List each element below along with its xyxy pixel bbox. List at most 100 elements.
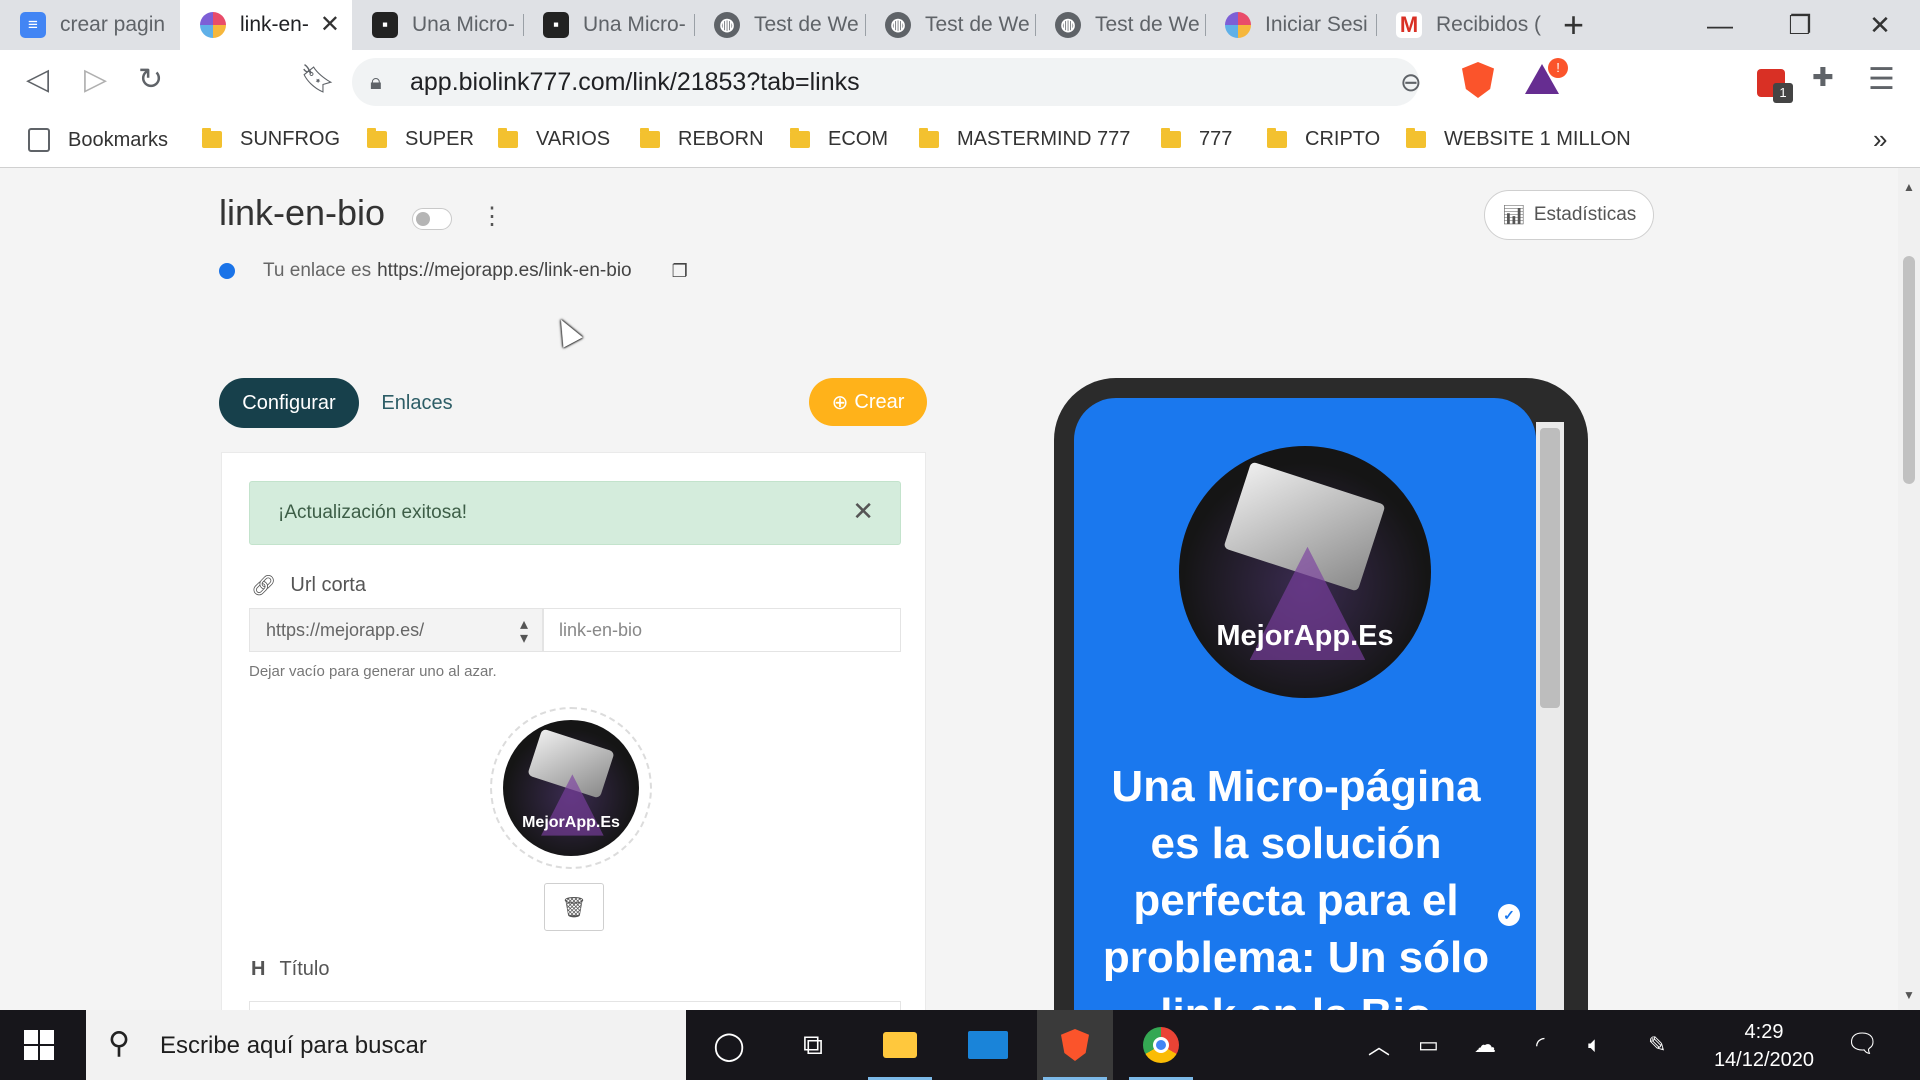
browser-tab-active[interactable]: link-en- ✕ [180,0,352,50]
browser-tab[interactable]: M Recibidos ( [1376,0,1547,50]
link-info: Tu enlace es https://mejorapp.es/link-en… [219,260,688,282]
minimize-icon[interactable]: — [1680,0,1760,50]
pen-icon[interactable]: ✎ [1648,1010,1666,1080]
public-link[interactable]: https://mejorapp.es/link-en-bio [377,260,632,282]
close-tab-icon[interactable]: ✕ [320,10,340,39]
task-view-icon[interactable]: ⧉ [775,1010,851,1080]
bookmark-icon[interactable]: 🔖︎ [300,62,336,95]
preview-headline: Una Micro-página es la solución perfecta… [1102,762,1490,1010]
browser-tab[interactable]: Iniciar Sesi [1205,0,1376,50]
notification-icon[interactable]: 🗨︎ [1846,1028,1879,1059]
bookmark-folder[interactable]: 777 [1161,128,1232,151]
page-scroll-thumb[interactable] [1903,256,1915,484]
success-alert: ¡Actualización exitosa! ✕ [249,481,901,545]
copy-icon[interactable]: ❐ [672,261,688,282]
preview-scroll-thumb[interactable] [1540,428,1560,708]
address-bar[interactable]: 🔒︎ app.biolink777.com/link/21853?tab=lin… [352,58,1422,106]
close-window-icon[interactable]: ✕ [1840,0,1920,50]
gmail-icon: M [1396,12,1422,38]
back-icon[interactable]: ◁ [26,62,49,97]
statistics-button[interactable]: 📊︎ Estadísticas [1484,190,1654,240]
folder-icon [1161,128,1181,148]
extensions-puzzle-icon[interactable]: ✚ [1812,62,1834,93]
file-explorer-taskbar[interactable] [862,1010,938,1080]
delete-avatar-button[interactable]: 🗑︎ [544,883,604,931]
volume-icon[interactable]: 🔈︎ [1588,1010,1601,1080]
bookmark-folder[interactable]: VARIOS [498,128,610,151]
brave-shields-icon[interactable] [1462,62,1494,98]
chrome-icon [1143,1027,1179,1063]
more-bookmarks-icon[interactable]: » [1873,124,1887,155]
link-enabled-toggle[interactable] [412,208,452,230]
battery-icon[interactable]: ▭ [1418,1010,1439,1080]
bookmark-folder[interactable]: REBORN [640,128,764,151]
restore-icon[interactable]: ❐ [1760,0,1840,50]
new-tab-icon[interactable]: + [1563,4,1584,46]
taskbar-search[interactable]: ⚲ Escribe aquí para buscar [86,1010,686,1080]
bookmark-folder[interactable]: SUPER [367,128,474,151]
mail-taskbar[interactable] [950,1010,1026,1080]
trash-icon: 🗑︎ [561,896,587,919]
alert-message: ¡Actualización exitosa! [278,502,468,523]
browser-tab[interactable]: ≡ crear pagin [0,0,180,50]
menu-icon[interactable]: ☰ [1868,62,1895,97]
browser-tab-strip: ≡ crear pagin link-en- ✕ ▪ Una Micro- ▪ … [0,0,1920,50]
scroll-down-icon[interactable]: ▼ [1903,988,1915,1002]
browser-tab[interactable]: ◍ Test de We [1035,0,1205,50]
more-options-icon[interactable]: ⋮ [480,202,504,231]
page-title: link-en-bio [219,192,386,233]
settings-card: ¡Actualización exitosa! ✕ 🔗︎ Url corta h… [221,452,926,1010]
address-url[interactable]: app.biolink777.com/link/21853?tab=links [410,68,860,97]
reload-icon[interactable]: ↻ [138,62,163,97]
chrome-taskbar[interactable] [1123,1010,1199,1080]
zoom-icon[interactable]: ⊖ [1400,67,1422,98]
plus-circle-icon: ⊕ [831,391,849,414]
folder-icon [498,128,518,148]
search-placeholder: Escribe aquí para buscar [160,1032,427,1059]
extension-badge: 1 [1773,83,1793,103]
help-text: Dejar vacío para generar uno al azar. [249,663,497,680]
clock-time: 4:29 [1744,1021,1784,1043]
folder-icon [1267,128,1287,148]
heading-icon: H [251,958,266,980]
brave-taskbar[interactable] [1037,1010,1113,1080]
cortana-icon[interactable]: ◯ [691,1010,767,1080]
avatar-upload[interactable]: MejorApp.Es [490,707,652,869]
mail-icon [968,1031,1008,1059]
select-arrows-icon: ▴ ▾ [519,616,528,647]
taskbar-clock[interactable]: 4:29 14/12/2020 [1704,1018,1824,1074]
create-button[interactable]: ⊕ Crear [809,378,927,426]
docs-icon: ≡ [20,12,46,38]
tab-enlaces[interactable]: Enlaces [372,378,462,428]
title-input[interactable] [249,1001,901,1010]
bookmark-folder[interactable]: CRIPTO [1267,128,1380,151]
bookmark-folder[interactable]: WEBSITE 1 MILLON [1406,128,1631,151]
wifi-icon[interactable]: ◜ [1536,1010,1545,1080]
scroll-up-icon[interactable]: ▲ [1903,180,1915,194]
close-alert-icon[interactable]: ✕ [852,496,874,527]
domain-select[interactable]: https://mejorapp.es/ ▴ ▾ [249,608,543,652]
folder-icon [367,128,387,148]
browser-tab[interactable]: ▪ Una Micro- [523,0,694,50]
bookmark-folder[interactable]: SUNFROG [202,128,340,151]
bookmark-folder[interactable]: MASTERMIND 777 [919,128,1130,151]
slug-input[interactable]: link-en-bio [543,608,901,652]
onedrive-icon[interactable]: ☁ [1474,1010,1496,1080]
browser-tab[interactable]: ▪ Una Micro- [352,0,523,50]
windows-start-icon[interactable] [24,1030,54,1060]
globe-icon: ◍ [885,12,911,38]
bookmarks-manager[interactable]: Bookmarks [28,128,168,152]
link-icon: 🔗︎ [251,575,277,597]
browser-tab[interactable]: ◍ Test de We [694,0,865,50]
bookmark-folder[interactable]: ECOM [790,128,888,151]
windows-taskbar: ⚲ Escribe aquí para buscar ◯ ⧉ ︿ ▭ ☁ ◜ 🔈… [0,1010,1920,1080]
page-scrollbar[interactable]: ▲ ▼ [1898,168,1920,1010]
forward-icon[interactable]: ▷ [84,62,107,97]
preview-scrollbar[interactable] [1536,422,1564,1010]
browser-tab[interactable]: ◍ Test de We [865,0,1035,50]
tab-configurar[interactable]: Configurar [219,378,359,428]
folder-icon [790,128,810,148]
browser-toolbar: ◁ ▷ ↻ 🔖︎ 🔒︎ app.biolink777.com/link/2185… [0,50,1920,114]
link-prefix: Tu enlace es [263,260,372,281]
tray-chevron-icon[interactable]: ︿ [1368,1010,1390,1080]
